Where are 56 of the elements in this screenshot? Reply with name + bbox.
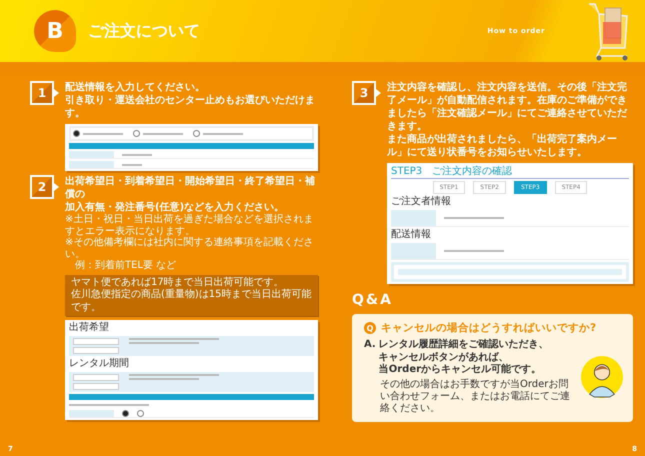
step-number-badge: 2 bbox=[30, 175, 54, 199]
date-field bbox=[73, 347, 119, 354]
section-badge: B bbox=[34, 10, 76, 52]
placeholder-line bbox=[122, 154, 152, 156]
radio-button[interactable] bbox=[73, 130, 80, 137]
callout-text: ヤマト便であれば17時まで当日出荷可能です。 bbox=[71, 276, 285, 288]
pointer-icon bbox=[54, 89, 59, 97]
placeholder-line bbox=[129, 378, 199, 380]
radio-button[interactable] bbox=[122, 410, 129, 417]
note-text: ※土日・祝日・当日出荷を過ぎた場合などを選択されますとエラー表示になります。 bbox=[65, 214, 314, 236]
note-text: ※その他備考欄には社内に関する連絡事項を記載ください。 bbox=[65, 237, 314, 260]
form-section-title: レンタル期間 bbox=[69, 358, 130, 370]
date-field bbox=[73, 383, 119, 390]
step-number-badge: 3 bbox=[352, 81, 376, 105]
label-cell bbox=[391, 210, 436, 226]
pointer-icon bbox=[376, 89, 381, 97]
callout-text: 佐川急便指定の商品(重量物)は15時まで当日出荷可能です。 bbox=[71, 289, 312, 314]
screen-title: STEP3 ご注文内容の確認 bbox=[391, 165, 629, 179]
question-badge: Q bbox=[364, 322, 376, 334]
date-field bbox=[73, 374, 119, 381]
form-section-title: 配送情報 bbox=[391, 229, 432, 241]
pointer-icon bbox=[54, 183, 59, 191]
answer-note: その他の場合はお手数ですが当Orderお問い合わせフォーム、またはお電話にてご連絡ください。 bbox=[380, 378, 571, 414]
radio-button[interactable] bbox=[133, 130, 140, 137]
answer-text: キャンセルボタンがあれば、 bbox=[378, 352, 510, 364]
step-text: 加入有無・発注番号(任意)などを入力ください。 bbox=[65, 201, 286, 214]
placeholder-line bbox=[129, 342, 199, 344]
step-text: また商品が出荷されましたら、「出荷完了案内メール」にて送り状番号をお知らせいたします。 bbox=[387, 133, 618, 159]
placeholder-line bbox=[143, 132, 183, 134]
label-cell bbox=[69, 410, 114, 417]
placeholder-line bbox=[122, 164, 142, 166]
step-text: 出荷希望日・到着希望日・開始希望日・終了希望日・補償の bbox=[65, 175, 316, 201]
page-title: ご注文について bbox=[88, 20, 201, 42]
step-text: 引き取り・運送会社のセンター止めもお選びいただけます。 bbox=[65, 94, 316, 120]
placeholder-line bbox=[83, 132, 123, 134]
step-text: 注文内容を確認し、注文内容を送信。その後「注文完了メール」が自動配信されます。在庫のご準備ができましたら「注文確認メール」にてご連絡させていただきます。 bbox=[387, 81, 628, 133]
answer-label: A. bbox=[364, 339, 376, 352]
form-section-title: 出荷希望 bbox=[69, 322, 110, 334]
label-cell bbox=[69, 161, 114, 168]
placeholder-line bbox=[444, 217, 504, 219]
person-avatar-icon bbox=[581, 356, 623, 398]
placeholder-line bbox=[444, 250, 504, 252]
form-section-title: ご注文者情報 bbox=[391, 196, 452, 208]
step-number-badge: 1 bbox=[30, 81, 54, 105]
label-cell bbox=[69, 151, 114, 158]
radio-button[interactable] bbox=[137, 410, 144, 417]
answer-text: 当Orderからキャンセル可能です。 bbox=[378, 364, 542, 376]
answer-text: レンタル履歴詳細をご確認いただき、 bbox=[378, 339, 549, 352]
question-text: キャンセルの場合はどうすればいいですか? bbox=[381, 321, 596, 335]
date-field bbox=[73, 338, 119, 345]
qa-heading: Q&A bbox=[352, 292, 394, 308]
radio-button[interactable] bbox=[193, 130, 200, 137]
note-text: 例：到着前TEL要 など bbox=[74, 260, 178, 272]
label-cell bbox=[391, 243, 436, 259]
step-text: 配送情報を入力してください。 bbox=[65, 81, 206, 94]
placeholder-line bbox=[203, 132, 243, 134]
